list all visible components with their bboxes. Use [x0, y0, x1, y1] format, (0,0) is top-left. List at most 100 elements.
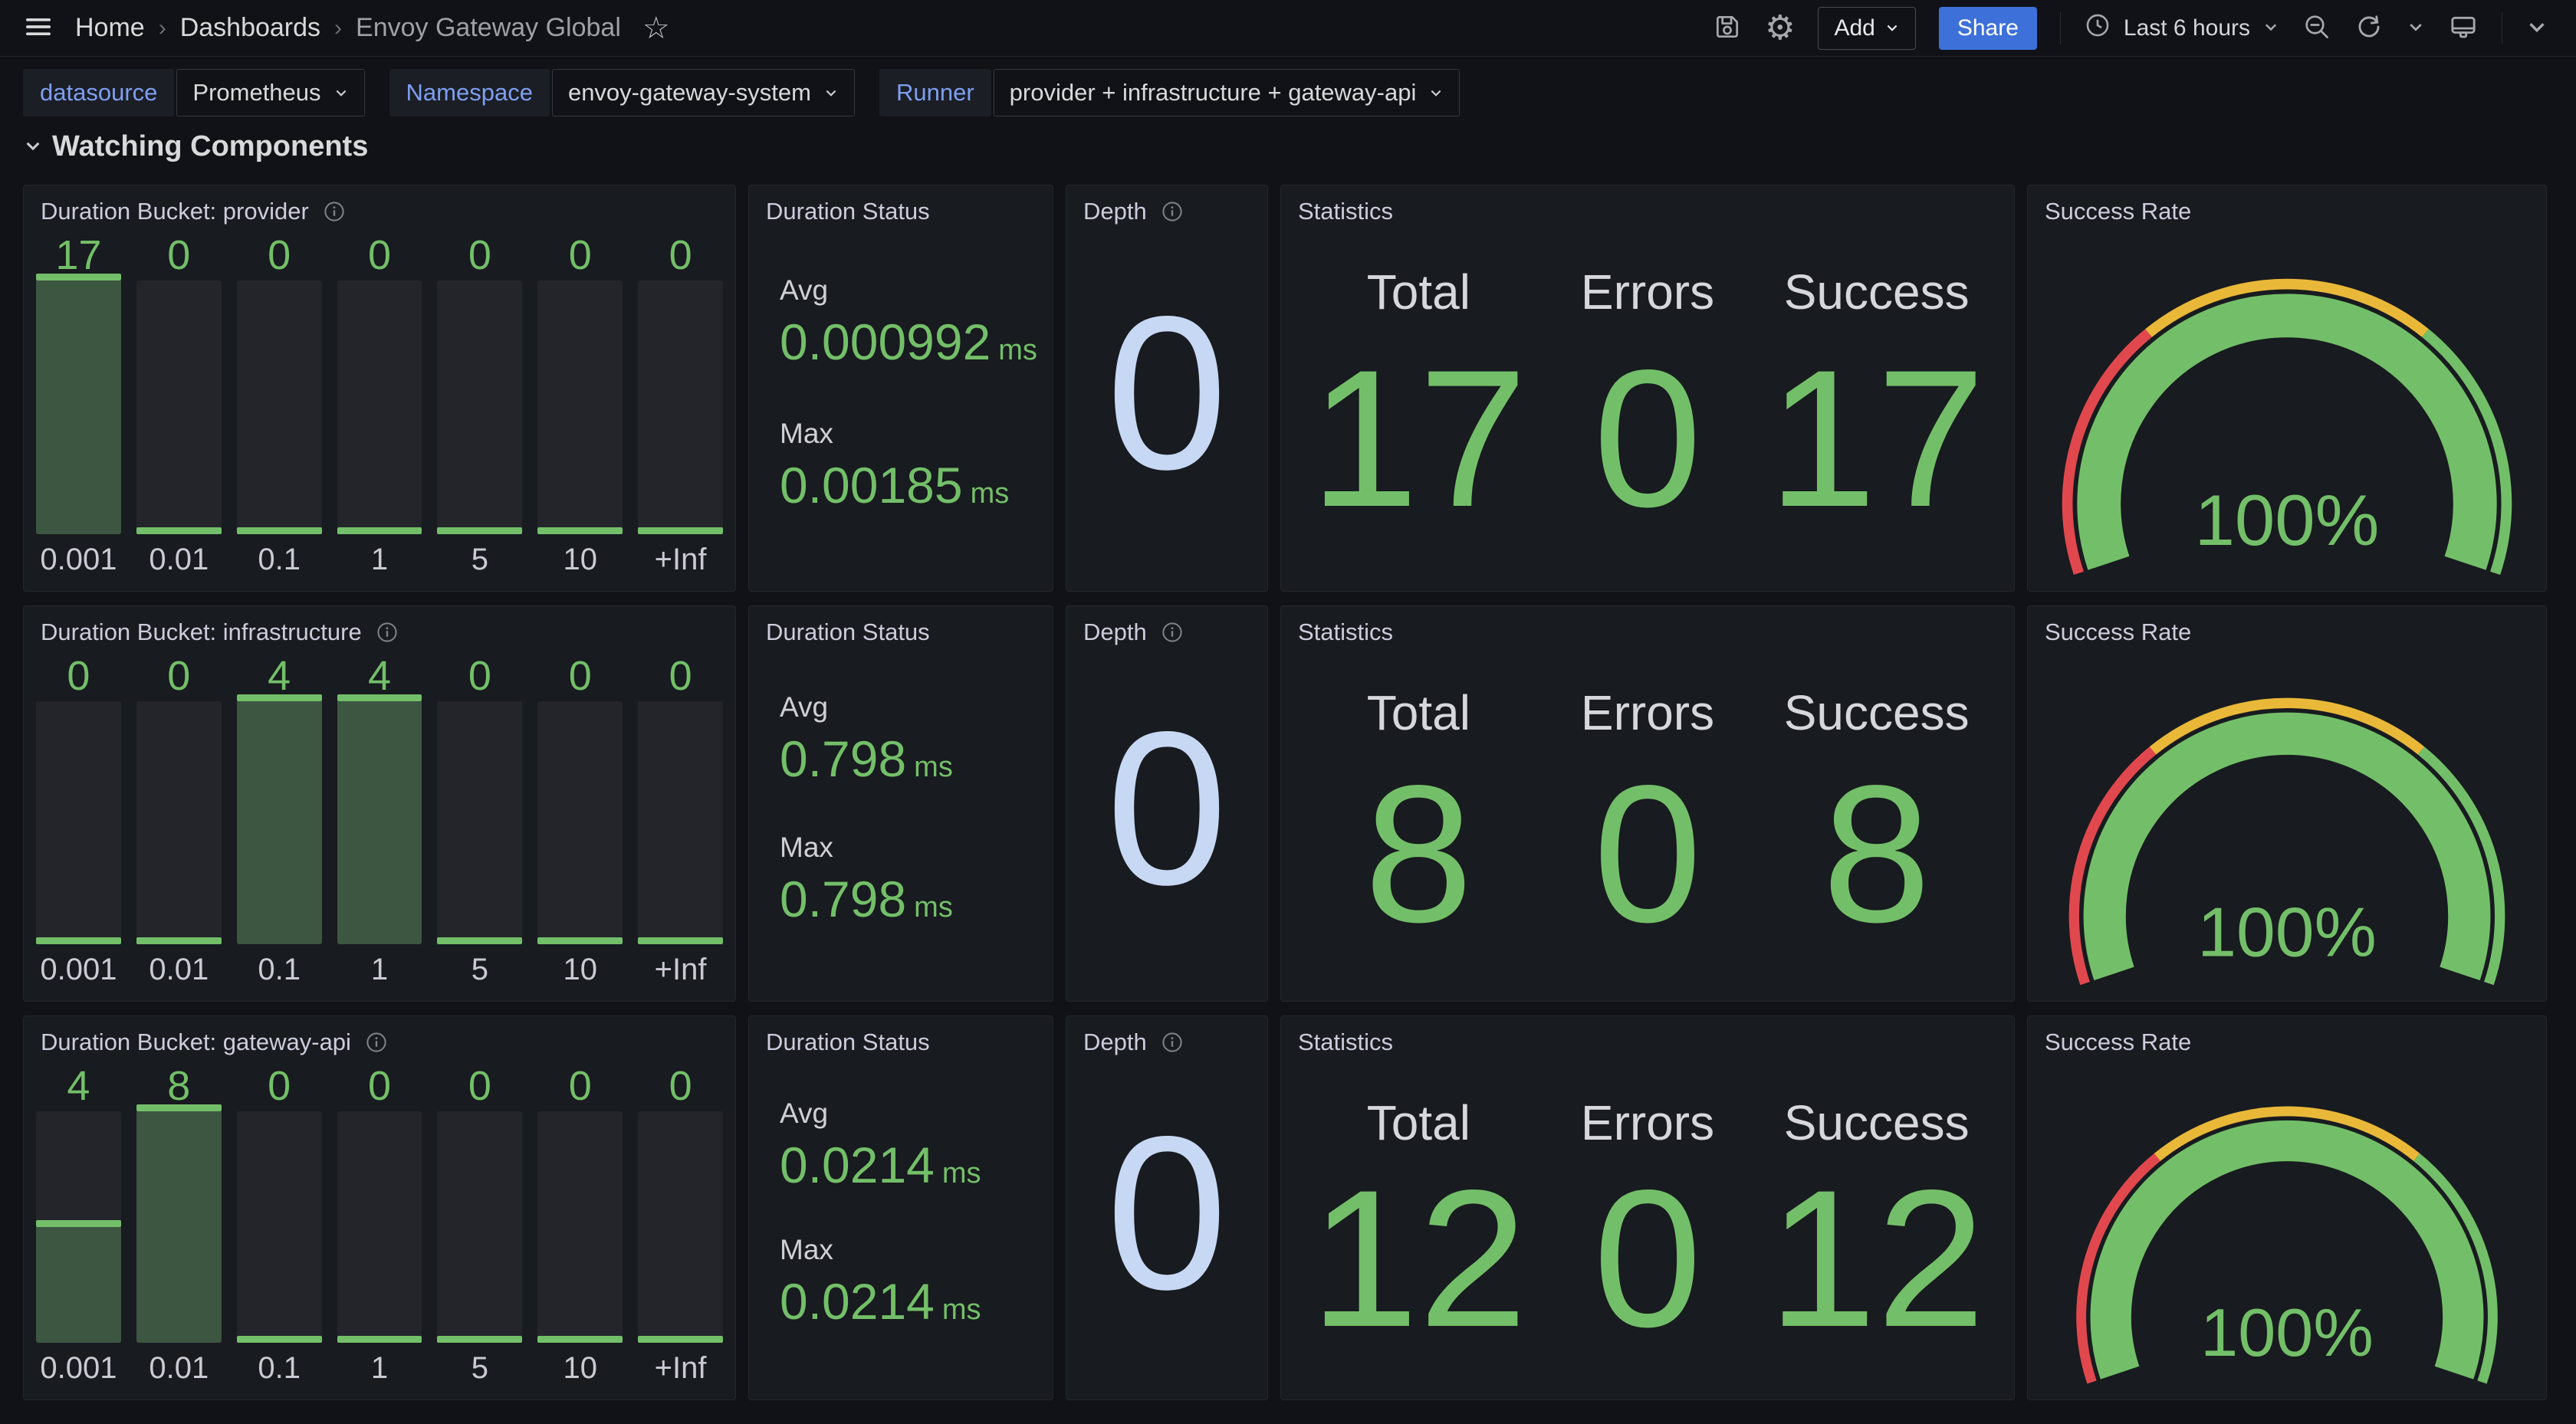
- info-circle-icon[interactable]: [365, 1031, 388, 1054]
- breadcrumb-dashboards[interactable]: Dashboards: [180, 13, 320, 43]
- bar-category-label: 10: [537, 953, 623, 987]
- section-title: Watching Components: [52, 130, 368, 163]
- zoom-out-time-button[interactable]: [2302, 12, 2331, 44]
- bar-category-label: 1: [337, 543, 422, 577]
- bar-category-label: +Inf: [638, 543, 723, 577]
- bar-category-label: +Inf: [638, 1351, 723, 1386]
- bar-category-label: 5: [437, 543, 522, 577]
- panel-title: Duration Bucket: provider: [41, 198, 309, 225]
- info-circle-icon[interactable]: [1161, 621, 1184, 644]
- panel-title: Duration Bucket: gateway-api: [41, 1029, 351, 1056]
- bar-0.01: [136, 701, 222, 944]
- chevron-down-icon: [823, 79, 839, 107]
- bar-category-label: 0.1: [237, 1351, 322, 1386]
- bar-value-label: 0: [537, 652, 623, 700]
- bar-category-label: 1: [337, 1351, 422, 1386]
- bar-10: [537, 281, 623, 534]
- bar-value-label: 0: [638, 231, 723, 279]
- panel-title: Success Rate: [2045, 198, 2191, 225]
- panel-duration-status-infrastructure: Duration StatusAvg0.798msMax0.798ms: [748, 605, 1053, 1002]
- info-circle-icon[interactable]: [376, 621, 399, 644]
- add-button[interactable]: Add: [1818, 7, 1915, 50]
- metric-unit: ms: [914, 751, 953, 783]
- bar-value-label: 4: [36, 1062, 121, 1110]
- stat-label: Success: [1784, 684, 1970, 741]
- variable-namespace-dropdown[interactable]: envoy-gateway-system: [552, 69, 855, 116]
- bar-10: [537, 1111, 623, 1343]
- panel-title: Duration Status: [766, 618, 930, 646]
- variable-runner-label: Runner: [879, 69, 991, 116]
- bar-+Inf: [638, 1111, 723, 1343]
- save-dashboard-button[interactable]: [1713, 12, 1742, 44]
- bar-value-label: 0: [638, 652, 723, 700]
- chevron-down-icon: [1884, 15, 1900, 41]
- metric-unit: ms: [971, 477, 1010, 510]
- bar-category-labels: 0.0010.010.11510+Inf: [36, 539, 723, 580]
- bar-0.001: [36, 701, 121, 944]
- stat-value: 0: [1593, 1151, 1702, 1389]
- metric-label: Avg: [780, 1098, 1040, 1130]
- metric-value: 0.000992ms: [780, 313, 1040, 371]
- metric-value: 0.798ms: [780, 730, 1040, 788]
- bar-category-labels: 0.0010.010.11510+Inf: [36, 949, 723, 990]
- favorite-button[interactable]: ☆: [642, 13, 670, 44]
- menu-toggle-button[interactable]: [23, 11, 54, 44]
- dashboard-settings-button[interactable]: ⚙: [1765, 11, 1795, 45]
- stat-label: Errors: [1581, 264, 1714, 320]
- metric-avg: Avg0.0214ms: [780, 1098, 1040, 1194]
- chevron-down-icon: [2262, 15, 2279, 41]
- variable-datasource-dropdown[interactable]: Prometheus: [176, 69, 364, 116]
- stat-value: 0: [1593, 320, 1702, 580]
- info-circle-icon[interactable]: [1161, 1031, 1184, 1054]
- bar-value-label: 0: [537, 231, 623, 279]
- star-outline-icon: ☆: [642, 13, 670, 44]
- time-range-label: Last 6 hours: [2124, 15, 2250, 41]
- bar-value-label: 0: [437, 652, 522, 700]
- panel-statistics-provider: StatisticsTotal17Errors0Success17: [1280, 185, 2015, 592]
- bar-value-label: 0: [437, 1062, 522, 1110]
- depth-value: 0: [1079, 648, 1255, 990]
- breadcrumb-current-dashboard: Envoy Gateway Global: [356, 13, 621, 43]
- panel-title: Depth: [1083, 618, 1147, 646]
- variable-namespace-label: Namespace: [389, 69, 550, 116]
- panel-success-rate-infrastructure: Success Rate100%: [2027, 605, 2547, 1002]
- panel-title: Success Rate: [2045, 1029, 2191, 1056]
- stat-success: Success12: [1762, 1058, 1991, 1389]
- breadcrumb-home[interactable]: Home: [75, 13, 145, 43]
- bar-value-label: 0: [237, 231, 322, 279]
- variable-datasource: datasource Prometheus: [23, 69, 365, 116]
- metric-unit: ms: [942, 1157, 981, 1189]
- bar-category-label: 0.001: [36, 1351, 121, 1386]
- variable-datasource-label: datasource: [23, 69, 174, 116]
- collapse-toolbar-button[interactable]: [2525, 15, 2548, 41]
- metric-unit: ms: [998, 334, 1037, 366]
- kiosk-mode-button[interactable]: [2448, 11, 2479, 44]
- time-range-picker[interactable]: Last 6 hours: [2084, 11, 2279, 45]
- bar-0.001: [36, 1111, 121, 1343]
- gear-icon: ⚙: [1765, 11, 1795, 45]
- panel-depth-gateway-api: Depth0: [1066, 1016, 1268, 1400]
- bar-category-label: 0.01: [136, 1351, 222, 1386]
- bar-category-label: 0.1: [237, 543, 322, 577]
- refresh-button[interactable]: [2354, 12, 2384, 44]
- svg-text:100%: 100%: [2200, 1294, 2374, 1370]
- metric-value: 0.798ms: [780, 870, 1040, 928]
- variable-runner-dropdown[interactable]: provider + infrastructure + gateway-api: [994, 69, 1460, 116]
- bar-category-label: 1: [337, 953, 422, 987]
- dashboard-grid: Duration Bucket: provider170000000.0010.…: [0, 179, 2576, 1400]
- chevron-down-icon: [2407, 18, 2425, 38]
- panel-depth-provider: Depth0: [1066, 185, 1268, 592]
- info-circle-icon[interactable]: [323, 200, 346, 223]
- info-circle-icon[interactable]: [1161, 200, 1184, 223]
- stat-label: Total: [1367, 1094, 1470, 1151]
- refresh-interval-dropdown[interactable]: [2407, 18, 2425, 38]
- section-watching-components[interactable]: Watching Components: [0, 126, 391, 179]
- share-button[interactable]: Share: [1939, 7, 2037, 50]
- svg-text:100%: 100%: [2197, 893, 2377, 971]
- metric-avg: Avg0.798ms: [780, 691, 1040, 788]
- bar-1: [337, 1111, 422, 1343]
- bar-gauge: [36, 1111, 723, 1343]
- floppy-disk-icon: [1713, 12, 1742, 44]
- stat-total: Total8: [1304, 648, 1533, 990]
- bar-category-label: 0.001: [36, 543, 121, 577]
